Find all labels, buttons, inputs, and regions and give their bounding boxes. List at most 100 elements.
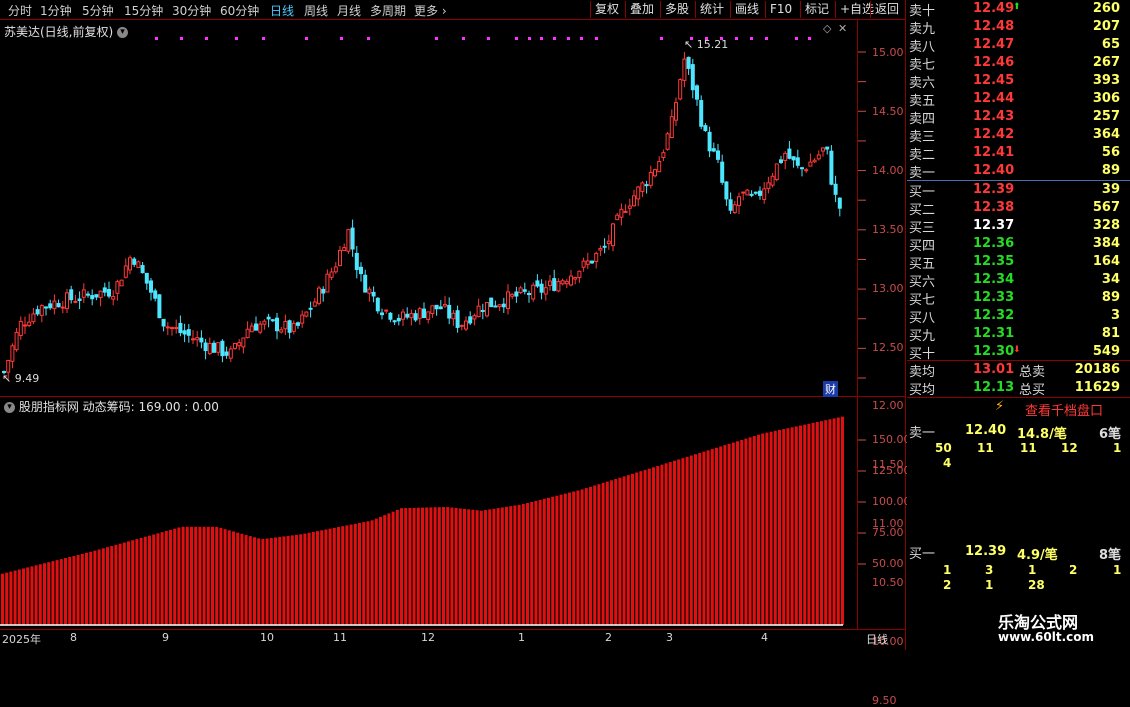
signal-dot — [580, 37, 583, 40]
close-chart-icon[interactable]: ✕ — [838, 22, 847, 35]
chip-bar — [551, 496, 555, 625]
chip-bar — [752, 436, 756, 625]
signal-dot — [180, 37, 183, 40]
orderbook-panel: 卖十 12.49 260 卖九 12.48 207 卖八 12.47 65 卖七 12.46 267 卖… — [907, 0, 1130, 650]
candle-up — [569, 275, 573, 286]
chip-bar — [580, 489, 584, 625]
candle-down — [527, 293, 531, 296]
candle-up — [241, 337, 246, 348]
signal-dot — [660, 37, 663, 40]
candle-up — [384, 309, 389, 312]
candle-up — [174, 327, 179, 330]
level-price: 12.33 — [973, 290, 1015, 305]
candle-up — [745, 189, 750, 196]
candle-down — [212, 342, 216, 353]
chip-bar — [572, 491, 576, 625]
chip-bar — [265, 538, 269, 625]
candle-down — [795, 157, 800, 166]
sell-level-row[interactable]: 卖九 12.48 207 — [907, 18, 1130, 37]
candle-down — [716, 150, 720, 160]
chip-bar — [736, 441, 739, 625]
level-name: 卖一 — [909, 166, 936, 181]
candle-up — [333, 266, 338, 273]
candle-down — [144, 272, 149, 284]
buy-level-row[interactable]: 买六 12.34 34 — [907, 271, 1130, 290]
level-name: 卖六 — [909, 76, 936, 91]
candle-down — [354, 252, 359, 271]
sell-level-row[interactable]: 卖一 12.40 89 — [907, 162, 1130, 181]
chip-bar — [93, 550, 97, 625]
chip-bar — [76, 554, 80, 625]
buy-level-row[interactable]: 买八 12.32 3 — [907, 307, 1130, 326]
chip-bar — [458, 508, 462, 625]
candle-up — [443, 303, 447, 307]
level-price: 12.44 — [973, 91, 1015, 106]
chip-bar — [379, 516, 382, 625]
candle-down — [35, 309, 40, 315]
candle-up — [367, 288, 372, 294]
candle-up — [451, 312, 456, 320]
sell-level-row[interactable]: 卖五 12.44 306 — [907, 90, 1130, 109]
candle-up — [81, 289, 86, 298]
buy-level-row[interactable]: 买四 12.36 384 — [907, 235, 1130, 254]
buy-level-row[interactable]: 买七 12.33 89 — [907, 289, 1130, 308]
candle-down — [371, 291, 376, 297]
level-name: 买三 — [909, 221, 936, 236]
sell-level-row[interactable]: 卖四 12.43 257 — [907, 108, 1130, 127]
candle-down — [753, 191, 758, 194]
sell-level-row[interactable]: 卖八 12.47 65 — [907, 36, 1130, 55]
buy-level-row[interactable]: 买一 12.39 39 — [907, 181, 1130, 200]
chip-bar — [547, 497, 550, 625]
sell-level-row[interactable]: 卖二 12.41 56 — [907, 144, 1130, 163]
chip-bar — [534, 500, 538, 625]
month-label: 12 — [421, 631, 435, 644]
candle-up — [300, 314, 305, 324]
level-volume: 34 — [1101, 272, 1120, 287]
chip-bar — [673, 460, 676, 625]
lightning-icon: ⚡ — [995, 399, 1005, 414]
financial-badge[interactable]: 财 — [823, 381, 838, 397]
signal-dot — [235, 37, 238, 40]
sell-level-row[interactable]: 卖六 12.45 393 — [907, 72, 1130, 91]
view-depth-button[interactable]: 查看千档盘口 — [1025, 400, 1103, 419]
buy-level-row[interactable]: 买二 12.38 567 — [907, 199, 1130, 218]
chip-bar — [723, 445, 727, 625]
candle-down — [703, 125, 708, 132]
candle-up — [766, 182, 771, 190]
sell-level-row[interactable]: 卖三 12.42 364 — [907, 126, 1130, 145]
level-volume: 56 — [1101, 145, 1120, 160]
chip-bar — [253, 537, 256, 625]
buy-level-row[interactable]: 买九 12.31 81 — [907, 325, 1130, 344]
buy-level-row[interactable]: 买三 12.37 328 — [907, 217, 1130, 236]
diamond-icon[interactable]: ◇ — [823, 22, 831, 35]
chip-bar — [715, 447, 718, 625]
chip-bar — [702, 451, 706, 625]
level-volume: 164 — [1092, 254, 1120, 269]
candle-down — [392, 320, 397, 323]
level-volume: 393 — [1092, 73, 1120, 88]
dropdown-circle-icon[interactable]: ▾ — [117, 27, 129, 38]
chip-bar — [694, 454, 697, 625]
price-chart[interactable] — [0, 0, 905, 650]
candle-up — [123, 265, 128, 278]
chip-bar — [803, 424, 807, 625]
level-price: 12.34 — [973, 272, 1015, 287]
candle-down — [758, 190, 762, 196]
chip-bar — [639, 471, 643, 625]
chip-bar — [135, 539, 139, 625]
sell-level-row[interactable]: 卖七 12.46 267 — [907, 54, 1130, 73]
candle-down — [837, 197, 842, 209]
signal-dot — [553, 37, 556, 40]
level-price: 12.30 — [973, 344, 1015, 359]
chip-bar — [51, 561, 55, 625]
chip-bar — [471, 509, 475, 625]
avg-sell-row: 卖均 13.01 总卖 20186 — [909, 362, 1120, 380]
candle-up — [464, 320, 468, 330]
dropdown-circle-icon[interactable]: ▾ — [4, 402, 15, 413]
signal-dot — [155, 37, 158, 40]
chip-bar — [64, 558, 67, 625]
buy-level-row[interactable]: 买五 12.35 164 — [907, 253, 1130, 272]
candle-down — [522, 289, 527, 292]
price-tick-label: 15.00 — [872, 46, 904, 59]
chip-bar — [824, 420, 828, 625]
